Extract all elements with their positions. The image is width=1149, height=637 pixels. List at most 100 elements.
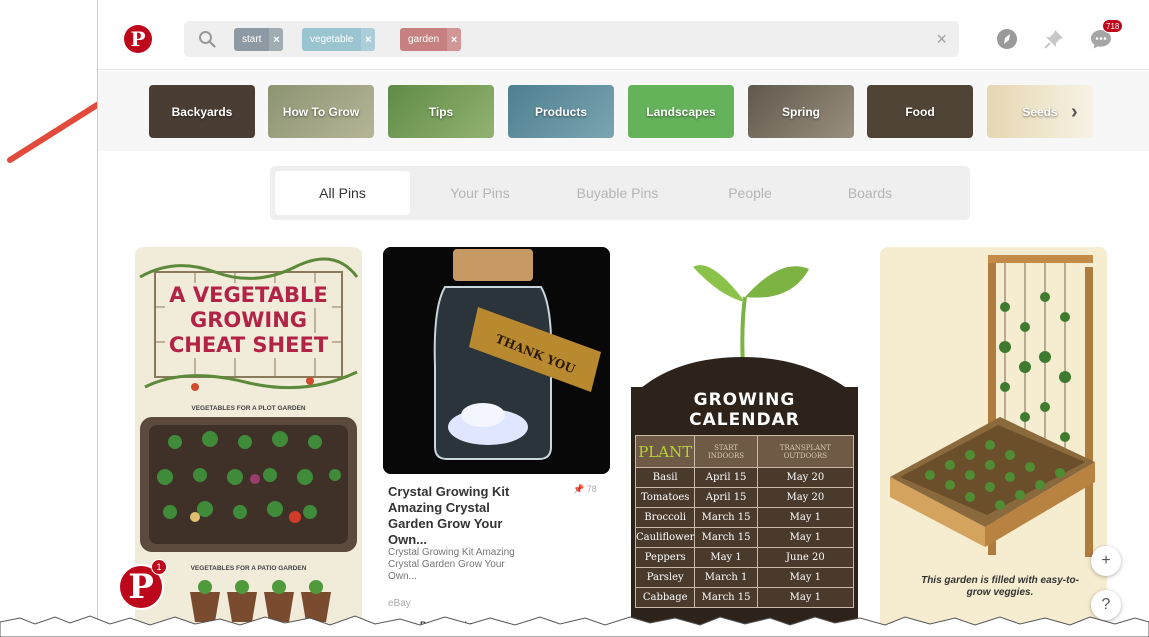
calendar-header-row: PLANT START INDOORS TRANSPLANT OUTDOORS [634, 435, 855, 468]
table-cell: May 1 [756, 587, 855, 608]
search-chip-start[interactable]: start × [234, 28, 284, 51]
table-row: Basil April 15 May 20 [634, 467, 855, 488]
tab-all-pins[interactable]: All Pins [275, 171, 410, 215]
screenshot-stage: P start × vegetable × garden × × 718 Bac… [0, 0, 1149, 637]
logo-letter: P [130, 27, 146, 51]
guide-how-to-grow[interactable]: How To Grow [268, 85, 374, 138]
save-count: 📌 78 [573, 484, 597, 495]
table-cell: Tomatoes [634, 487, 696, 508]
table-row: Tomatoes April 15 May 20 [634, 487, 855, 508]
guide-label: Food [905, 104, 935, 119]
search-icon [199, 31, 216, 48]
title-line: A VEGETABLE [165, 283, 332, 308]
guide-label: Backyards [171, 104, 233, 119]
fab-logo-letter: P [128, 567, 154, 607]
table-row: Cabbage March 15 May 1 [634, 587, 855, 608]
calendar-title-line: GROWING [693, 390, 796, 410]
guide-products[interactable]: Products [508, 85, 614, 138]
table-cell: May 1 [756, 527, 855, 548]
guide-spring[interactable]: Spring [748, 85, 854, 138]
table-cell: May 20 [756, 487, 855, 508]
table-cell: March 15 [694, 507, 758, 528]
garden-caption: This garden is filled with easy-to-grow … [921, 575, 1079, 598]
title-line: CHEAT SHEET [164, 333, 333, 358]
plot-garden-heading: VEGETABLES FOR A PLOT GARDEN [191, 405, 306, 412]
table-cell: Broccoli [634, 507, 696, 528]
table-cell: April 15 [694, 487, 758, 508]
guide-tips[interactable]: Tips [388, 85, 494, 138]
pinterest-app: P start × vegetable × garden × × 718 Bac… [97, 0, 1149, 637]
guide-label: Landscapes [646, 104, 716, 119]
table-row: Parsley March 1 May 1 [634, 567, 855, 588]
table-cell: Basil [634, 467, 696, 488]
column-header: START INDOORS [694, 435, 758, 468]
table-cell: March 15 [694, 587, 758, 608]
table-cell: March 1 [694, 567, 758, 588]
clear-search-button[interactable]: × [936, 29, 947, 49]
remove-chip-icon[interactable]: × [447, 28, 462, 51]
torn-edge [0, 615, 1149, 637]
pin-source[interactable]: eBay [388, 598, 411, 609]
search-bar[interactable]: start × vegetable × garden × × [184, 21, 959, 57]
guide-label: How To Grow [282, 104, 360, 119]
calendar-table: PLANT START INDOORS TRANSPLANT OUTDOORS … [634, 435, 855, 608]
top-header: P start × vegetable × garden × × 718 [98, 0, 1149, 70]
chip-label: vegetable [310, 34, 354, 45]
explore-icon[interactable] [995, 27, 1019, 51]
pin-vegetable-cheat-sheet[interactable]: A VEGETABLE GROWING CHEAT SHEET VEGETABL… [135, 247, 362, 637]
chevron-right-icon[interactable]: › [1071, 101, 1078, 124]
tab-people[interactable]: People [695, 171, 805, 215]
pin-title[interactable]: Crystal Growing Kit Amazing Crystal Gard… [388, 484, 518, 548]
table-cell: Peppers [634, 547, 696, 568]
column-header: TRANSPLANT OUTDOORS [756, 435, 855, 468]
table-cell: May 1 [756, 567, 855, 588]
remove-chip-icon[interactable]: × [269, 28, 284, 51]
tab-your-pins[interactable]: Your Pins [420, 171, 540, 215]
guide-label: Seeds [1022, 104, 1058, 119]
notification-badge: 718 [1102, 19, 1124, 33]
table-row: Peppers May 1 June 20 [634, 547, 855, 568]
tab-buyable-pins[interactable]: Buyable Pins [550, 171, 685, 215]
guide-landscapes[interactable]: Landscapes [628, 85, 734, 138]
table-cell: Cabbage [634, 587, 696, 608]
table-cell: Cauliflower [634, 527, 696, 548]
pin-raised-garden-bed[interactable]: This garden is filled with easy-to-grow … [880, 247, 1107, 637]
pin-graphic-title: A VEGETABLE GROWING CHEAT SHEET [135, 283, 362, 358]
pin-count-icon: 📌 [573, 484, 585, 494]
table-row: Cauliflower March 15 May 1 [634, 527, 855, 548]
calendar-title-line: CALENDAR [689, 410, 800, 430]
pin-description: Crystal Growing Kit Amazing Crystal Gard… [388, 547, 515, 582]
guide-backyards[interactable]: Backyards [149, 85, 255, 138]
guide-label: Products [534, 104, 587, 119]
search-chip-vegetable[interactable]: vegetable × [302, 28, 376, 51]
chip-label: start [242, 34, 262, 45]
pin-crystal-growing-kit[interactable]: THANK YOU [383, 247, 610, 474]
table-cell: June 20 [756, 547, 855, 568]
table-cell: April 15 [694, 467, 758, 488]
remove-chip-icon[interactable]: × [361, 28, 376, 51]
pin-growing-calendar[interactable]: GROWING CALENDAR PLANT START INDOORS TRA… [631, 247, 858, 637]
fab-badge: 1 [151, 559, 167, 575]
guided-search-bar: Backyards How To Grow Tips Products Land… [98, 71, 1149, 151]
table-cell: May 1 [694, 547, 758, 568]
pin-icon[interactable] [1042, 27, 1066, 51]
tab-boards[interactable]: Boards [815, 171, 925, 215]
raised-bed-illustration [890, 255, 1095, 557]
pinterest-logo[interactable]: P [124, 25, 152, 53]
patio-garden-heading: VEGETABLES FOR A PATIO GARDEN [190, 565, 307, 572]
add-pin-button[interactable]: + [1091, 546, 1121, 576]
table-row: Broccoli March 15 May 1 [634, 507, 855, 528]
plot-garden-illustration [140, 417, 357, 552]
title-line: GROWING [185, 308, 312, 333]
chip-label: garden [408, 34, 440, 45]
table-cell: Parsley [634, 567, 696, 588]
table-cell: May 20 [756, 467, 855, 488]
crystal-jar-photo [383, 247, 610, 474]
table-cell: May 1 [756, 507, 855, 528]
guide-label: Spring [782, 104, 820, 119]
table-cell: March 15 [694, 527, 758, 548]
guide-label: Tips [428, 104, 454, 119]
save-count-value: 78 [586, 484, 597, 494]
search-chip-garden[interactable]: garden × [400, 28, 462, 51]
guide-food[interactable]: Food [867, 85, 973, 138]
